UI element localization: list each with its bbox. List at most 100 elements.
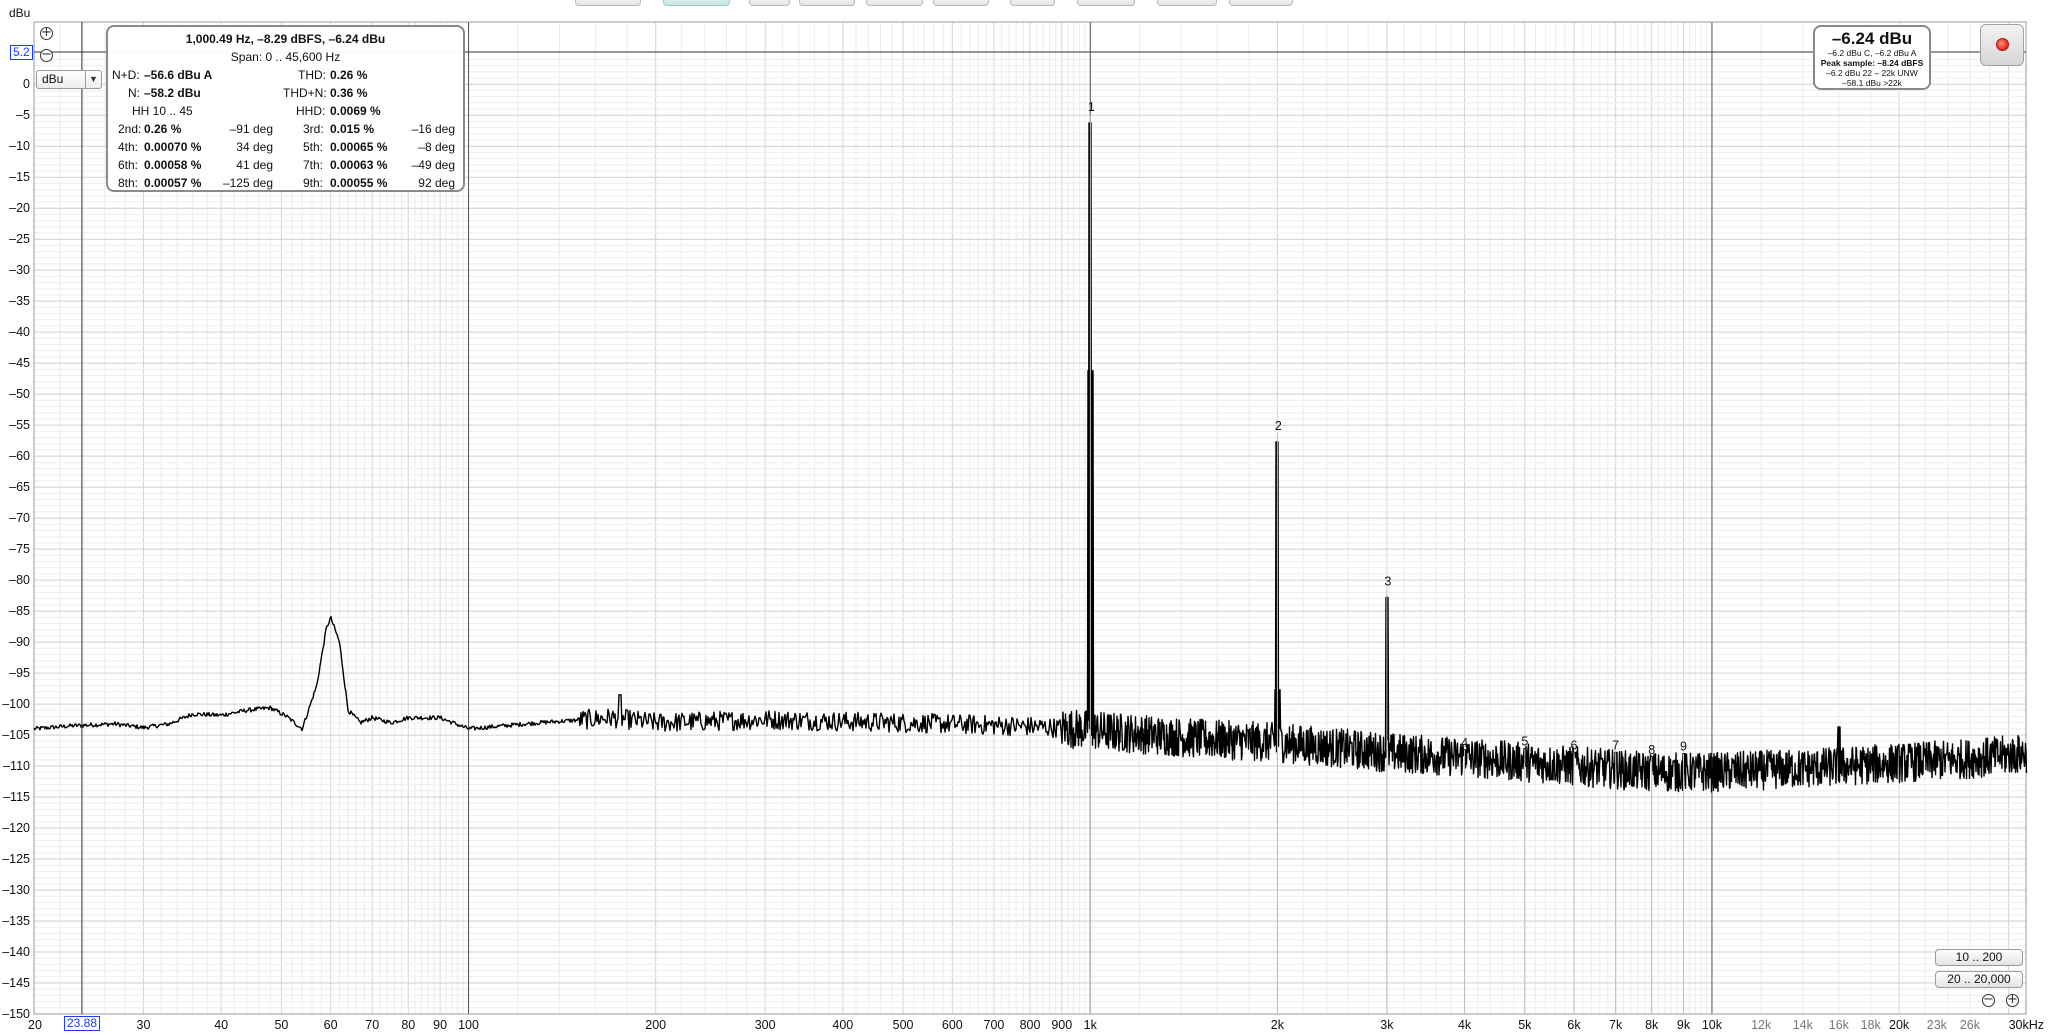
level-meter-panel[interactable]: –6.24 dBu –6.2 dBu C, –6.2 dBu A Peak sa… bbox=[1813, 25, 1931, 90]
zoom-out-icon[interactable]: − bbox=[1982, 993, 1995, 1007]
x-tick-label: 23k bbox=[1927, 1018, 1948, 1032]
harmonic-9-label: 9th: bbox=[303, 176, 324, 190]
x-tick-label: 8k bbox=[1645, 1018, 1659, 1032]
x-tick-label: 400 bbox=[832, 1018, 853, 1032]
n-label: N: bbox=[128, 86, 140, 100]
y-tick-label: –90 bbox=[9, 635, 30, 649]
toolbar-button-1[interactable] bbox=[575, 0, 641, 6]
x-tick-label: 20k bbox=[1889, 1018, 1910, 1032]
x-tick-label: 100 bbox=[458, 1018, 479, 1032]
range-10-200-button[interactable]: 10 .. 200 bbox=[1935, 949, 2023, 966]
x-tick-label: 200 bbox=[645, 1018, 666, 1032]
x-tick-label: 14k bbox=[1793, 1018, 1814, 1032]
y-tick-label: –70 bbox=[9, 511, 30, 525]
x-tick-label: 60 bbox=[324, 1018, 338, 1032]
toolbar-button-2[interactable] bbox=[663, 0, 730, 6]
toolbar-button-4[interactable] bbox=[799, 0, 855, 6]
y-tick-label: –140 bbox=[2, 945, 30, 959]
harmonic-peak-label-1: 1 bbox=[1088, 100, 1095, 114]
harmonic-peak-label-5: 5 bbox=[1521, 735, 1528, 749]
y-tick-label: –20 bbox=[9, 201, 30, 215]
toolbar-button-7[interactable] bbox=[1010, 0, 1055, 6]
toolbar-button-6[interactable] bbox=[933, 0, 989, 6]
harmonic-8-value: 0.00057 % bbox=[144, 176, 202, 190]
y-tick-label: –50 bbox=[9, 387, 30, 401]
level-cursor-readout[interactable]: 5.2 bbox=[10, 45, 33, 60]
toolbar-button-9[interactable] bbox=[1157, 0, 1217, 6]
stats-header: 1,000.49 Hz, –8.29 dBFS, –6.24 dBu bbox=[185, 32, 386, 46]
x-tick-label: 700 bbox=[984, 1018, 1005, 1032]
level-meter-value: –6.24 dBu bbox=[1831, 29, 1913, 48]
harmonic-8-phase: –125 deg bbox=[222, 176, 273, 190]
harmonic-4-value: 0.00070 % bbox=[144, 140, 202, 154]
x-tick-label: 1k bbox=[1084, 1018, 1098, 1032]
level-meter-above-band: –58.1 dBu >22k bbox=[1842, 78, 1902, 88]
toolbar-button-3[interactable] bbox=[749, 0, 790, 6]
y-axis-unit-label: dBu bbox=[9, 6, 31, 20]
y-tick-label: –60 bbox=[9, 449, 30, 463]
harmonic-3-phase: –16 deg bbox=[411, 122, 455, 136]
zoom-in-icon[interactable]: + bbox=[2006, 993, 2019, 1007]
harmonic-peak-label-8: 8 bbox=[1648, 743, 1655, 757]
x-tick-label: 18k bbox=[1861, 1018, 1882, 1032]
y-tick-label: –25 bbox=[9, 232, 30, 246]
harmonic-2-phase: –91 deg bbox=[229, 122, 273, 136]
x-tick-label: 50 bbox=[274, 1018, 288, 1032]
y-tick-label: –35 bbox=[9, 294, 30, 308]
y-tick-label: –100 bbox=[2, 697, 30, 711]
record-icon bbox=[1996, 38, 2009, 51]
x-tick-label: 30 bbox=[137, 1018, 151, 1032]
x-tick-label: 70 bbox=[365, 1018, 379, 1032]
y-tick-label: –125 bbox=[2, 852, 30, 866]
range-20-20000-button[interactable]: 20 .. 20,000 bbox=[1935, 971, 2023, 988]
chevron-down-icon: ▼ bbox=[85, 71, 101, 88]
harmonic-6-label: 6th: bbox=[118, 158, 139, 172]
x-tick-label: 20 bbox=[28, 1018, 42, 1032]
thd-value: 0.26 % bbox=[330, 68, 368, 82]
harmonic-4-phase: 34 deg bbox=[236, 140, 273, 154]
thdn-label: THD+N: bbox=[283, 86, 327, 100]
record-button[interactable] bbox=[1980, 24, 2024, 66]
toolbar-button-8[interactable] bbox=[1077, 0, 1135, 6]
frequency-cursor-readout[interactable]: 23.88 bbox=[64, 1016, 101, 1031]
y-tick-label: –75 bbox=[9, 542, 30, 556]
x-tick-label: 30kHz bbox=[2009, 1018, 2044, 1032]
x-tick-label: 800 bbox=[1020, 1018, 1041, 1032]
nd-value: –56.6 dBu A bbox=[144, 68, 213, 82]
y-tick-label: –10 bbox=[9, 139, 30, 153]
zoom-out-icon[interactable]: − bbox=[40, 48, 53, 62]
zoom-in-icon[interactable]: + bbox=[40, 26, 53, 40]
harmonic-5-value: 0.00065 % bbox=[330, 140, 388, 154]
x-tick-label: 40 bbox=[214, 1018, 228, 1032]
x-tick-label: 600 bbox=[942, 1018, 963, 1032]
unit-select[interactable]: dBu ▼ bbox=[36, 70, 102, 89]
y-tick-label: 0 bbox=[23, 77, 30, 91]
harmonic-peak-label-4: 4 bbox=[1461, 736, 1468, 750]
y-tick-label: –110 bbox=[3, 759, 30, 773]
harmonic-6-value: 0.00058 % bbox=[144, 158, 202, 172]
x-tick-label: 300 bbox=[755, 1018, 776, 1032]
x-tick-label: 9k bbox=[1677, 1018, 1691, 1032]
y-tick-label: –65 bbox=[9, 480, 30, 494]
harmonic-3-value: 0.015 % bbox=[330, 122, 375, 136]
x-tick-labels: 20 30 40 50 60 70 80 90 100 200 300 400 500 600 700 800… bbox=[28, 1018, 2044, 1032]
harmonic-4-label: 4th: bbox=[118, 140, 139, 154]
x-tick-label: 12k bbox=[1751, 1018, 1772, 1032]
harmonic-3-label: 3rd: bbox=[303, 122, 324, 136]
harmonic-6-phase: 41 deg bbox=[236, 158, 273, 172]
stats-span: Span: 0 .. 45,600 Hz bbox=[230, 50, 341, 64]
unit-select-value: dBu bbox=[42, 72, 64, 86]
y-tick-label: –40 bbox=[9, 325, 30, 339]
distortion-stats-panel[interactable]: 1,000.49 Hz, –8.29 dBFS, –6.24 dBu Span:… bbox=[106, 25, 465, 192]
y-tick-label: –15 bbox=[9, 170, 30, 184]
hhd-label: HHD: bbox=[296, 104, 326, 118]
toolbar-button-10[interactable] bbox=[1229, 0, 1293, 6]
hhd-value: 0.0069 % bbox=[330, 104, 381, 118]
y-tick-label: –150 bbox=[2, 1007, 30, 1021]
toolbar-button-5[interactable] bbox=[866, 0, 923, 6]
harmonic-9-phase: 92 deg bbox=[418, 176, 455, 190]
y-tick-label: –30 bbox=[9, 263, 30, 277]
harmonic-peak-label-9: 9 bbox=[1680, 740, 1687, 754]
nd-label: N+D: bbox=[112, 68, 140, 82]
x-tick-label: 900 bbox=[1051, 1018, 1072, 1032]
